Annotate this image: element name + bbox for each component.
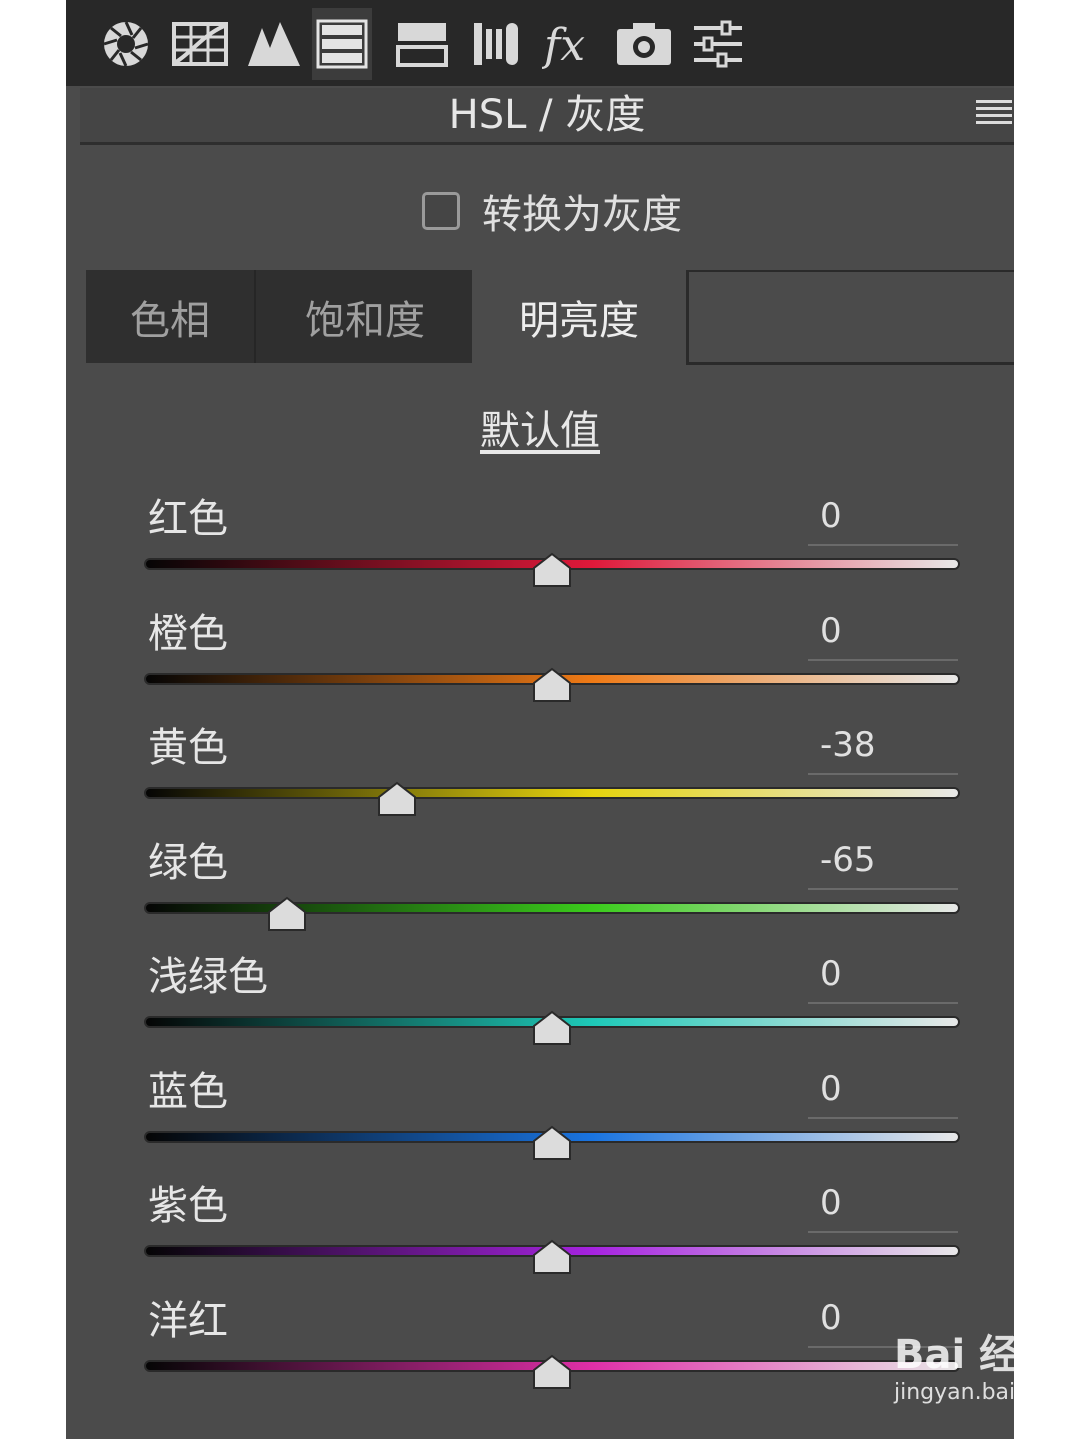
value-underline	[808, 1231, 958, 1233]
slider-label-red: 红色	[148, 496, 228, 542]
slider-thumb-aqua[interactable]	[532, 1010, 572, 1046]
value-underline	[808, 1116, 958, 1119]
slider-thumb-orange[interactable]	[532, 667, 572, 703]
hsl-panel: fx HSL / 灰度 转换为灰度 色相 饱和度 明亮度 默认值 红色 0 橙色…	[66, 0, 1014, 1439]
slider-row-purple: 紫色 0	[66, 1181, 1014, 1291]
fx-effects-icon: fx	[542, 20, 585, 70]
slider-row-blue: 蓝色 0	[66, 1067, 1014, 1177]
slider-thumb-blue[interactable]	[532, 1125, 572, 1161]
slider-value-aqua[interactable]: 0	[808, 952, 958, 996]
watermark-url: jingyan.baidu.com	[894, 1380, 1014, 1405]
value-underline	[808, 887, 958, 890]
slider-label-magenta: 洋红	[148, 1297, 228, 1344]
slider-thumb-yellow[interactable]	[377, 781, 417, 817]
lens-corrections-icon	[474, 23, 518, 65]
slider-row-magenta: 洋红 0	[66, 1296, 1014, 1406]
slider-thumb-green[interactable]	[267, 896, 307, 932]
value-underline	[808, 658, 958, 661]
camera-calibration-icon	[617, 23, 671, 65]
panel-header: HSL / 灰度	[80, 88, 1014, 145]
slider-value-purple[interactable]: 0	[808, 1181, 958, 1225]
panel-toolbar: fx	[66, 0, 1014, 86]
tool-hsl[interactable]	[312, 8, 372, 80]
tool-tone-curve[interactable]	[170, 8, 230, 80]
tool-split-toning[interactable]	[392, 8, 452, 80]
slider-label-blue: 蓝色	[148, 1068, 228, 1115]
slider-thumb-purple[interactable]	[532, 1239, 572, 1275]
watermark-brand: Bai 经验	[894, 1332, 1014, 1378]
slider-value-yellow[interactable]: -38	[808, 723, 958, 767]
slider-label-yellow: 黄色	[148, 725, 228, 771]
slider-label-purple: 紫色	[148, 1183, 228, 1229]
tool-lens[interactable]	[466, 8, 526, 80]
split-toning-icon	[396, 23, 448, 67]
slider-value-blue[interactable]: 0	[808, 1067, 958, 1111]
convert-to-grayscale-checkbox[interactable]	[422, 192, 460, 230]
tool-basic[interactable]	[96, 8, 156, 80]
presets-sliders-icon	[694, 20, 742, 68]
value-underline	[808, 1002, 958, 1004]
convert-to-grayscale-label: 转换为灰度	[482, 192, 682, 238]
slider-thumb-red[interactable]	[532, 552, 572, 588]
tool-calibration[interactable]	[614, 8, 674, 80]
tab-top-divider	[686, 270, 1014, 272]
tab-hue[interactable]: 色相	[86, 270, 254, 363]
slider-row-aqua: 浅绿色 0	[66, 952, 1014, 1062]
tab-saturation-label: 饱和度	[305, 297, 425, 344]
svg-text:fx: fx	[542, 20, 585, 70]
panel-title: HSL / 灰度	[448, 92, 646, 138]
convert-to-grayscale-row[interactable]: 转换为灰度	[422, 186, 682, 238]
defaults-link[interactable]: 默认值	[66, 398, 1014, 456]
tool-effects[interactable]: fx	[540, 8, 600, 80]
tab-luminance[interactable]: 明亮度	[472, 270, 689, 363]
value-underline	[808, 773, 958, 775]
slider-value-orange[interactable]: 0	[808, 609, 958, 653]
slider-row-red: 红色 0	[66, 494, 1014, 604]
aperture-icon	[103, 21, 149, 67]
slider-row-orange: 橙色 0	[66, 609, 1014, 719]
grid-tone-curve-icon	[172, 22, 228, 66]
panel-menu-icon[interactable]	[976, 100, 1012, 130]
tab-saturation[interactable]: 饱和度	[254, 270, 474, 363]
slider-thumb-magenta[interactable]	[532, 1354, 572, 1390]
watermark: Bai 经验 jingyan.baidu.com	[894, 1322, 1014, 1412]
slider-row-yellow: 黄色 -38	[66, 723, 1014, 833]
slider-label-aqua: 浅绿色	[148, 954, 268, 1000]
detail-mountains-icon	[248, 22, 300, 66]
tool-detail[interactable]	[244, 8, 304, 80]
slider-value-green[interactable]: -65	[808, 838, 958, 882]
slider-row-green: 绿色 -65	[66, 838, 1014, 948]
value-underline	[808, 544, 958, 546]
slider-value-red[interactable]: 0	[808, 494, 958, 538]
slider-track-yellow[interactable]	[144, 787, 960, 799]
tab-hue-label: 色相	[130, 297, 210, 344]
slider-label-green: 绿色	[148, 839, 228, 886]
tool-presets[interactable]	[688, 8, 748, 80]
tab-bottom-divider	[686, 362, 1014, 365]
tab-luminance-label: 明亮度	[519, 297, 639, 344]
slider-label-orange: 橙色	[148, 610, 228, 657]
hsl-panel-icon	[316, 19, 368, 69]
